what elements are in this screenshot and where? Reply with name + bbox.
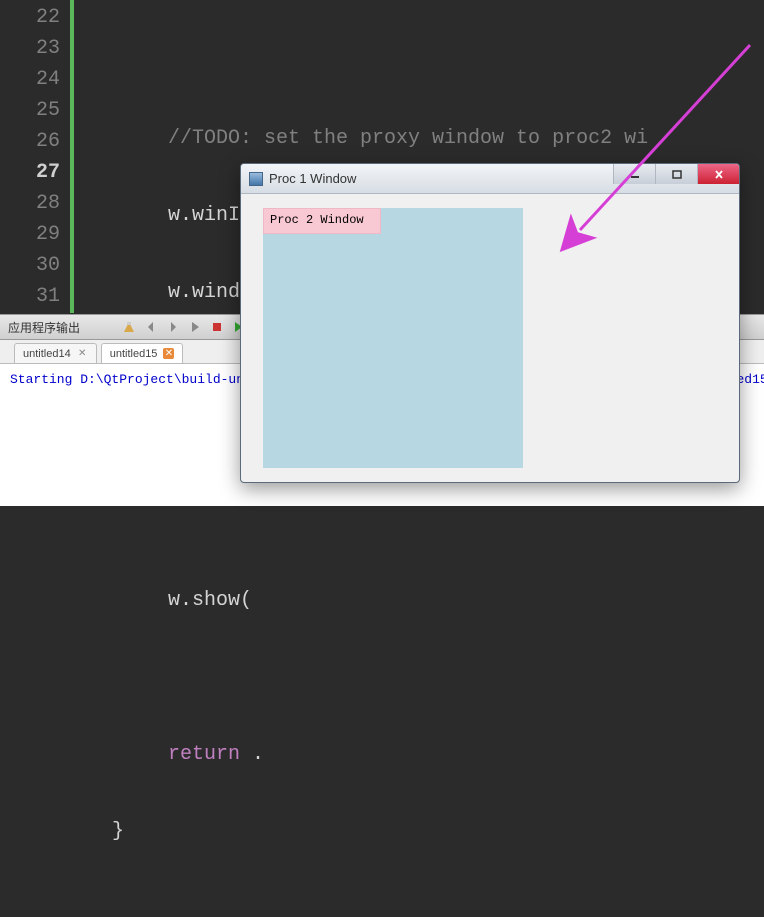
window-title-text: Proc 1 Window [269,171,356,186]
next-button[interactable] [164,318,182,336]
lineno: 25 [0,95,70,126]
code-line: //TODO: set the proxy window to proc2 wi [84,123,648,154]
code-line [84,46,648,77]
code-line: w.show( [84,585,648,616]
tab-label: untitled15 [110,348,158,360]
prev-button[interactable] [142,318,160,336]
lineno: 30 [0,250,70,281]
maximize-button[interactable] [655,164,697,184]
close-button[interactable] [697,164,739,184]
code-line [84,508,648,539]
lineno: 29 [0,219,70,250]
lineno: 24 [0,64,70,95]
close-icon[interactable]: ✕ [77,348,88,359]
lineno-current: 27 [0,157,70,188]
line-number-gutter: 22 23 24 25 26 27 28 29 30 31 32 [0,0,70,313]
output-panel-title: 应用程序输出 [0,319,88,336]
proc2-window[interactable]: Proc 2 Window [263,208,523,468]
run-button[interactable] [186,318,204,336]
tab-untitled15[interactable]: untitled15 ✕ [101,343,184,363]
proc2-title: Proc 2 Window [263,208,381,234]
lineno: 26 [0,126,70,157]
stop-button[interactable] [208,318,226,336]
close-icon[interactable]: ✕ [163,348,174,359]
code-line [84,662,648,693]
proc1-window[interactable]: Proc 1 Window Proc 2 Window [240,163,740,483]
app-icon [249,172,263,186]
code-line: } [84,816,648,847]
lineno: 23 [0,33,70,64]
code-line: return . [84,739,648,770]
tab-label: untitled14 [23,348,71,360]
minimize-button[interactable] [613,164,655,184]
window-titlebar[interactable]: Proc 1 Window [241,164,739,194]
tab-untitled14[interactable]: untitled14 ✕ [14,343,97,363]
output-line-left: Starting D:\QtProject\build-unti [10,372,260,387]
lineno: 28 [0,188,70,219]
lineno: 31 [0,281,70,312]
clear-button[interactable] [120,318,138,336]
lineno: 22 [0,2,70,33]
window-client-area: Proc 2 Window [249,194,731,474]
